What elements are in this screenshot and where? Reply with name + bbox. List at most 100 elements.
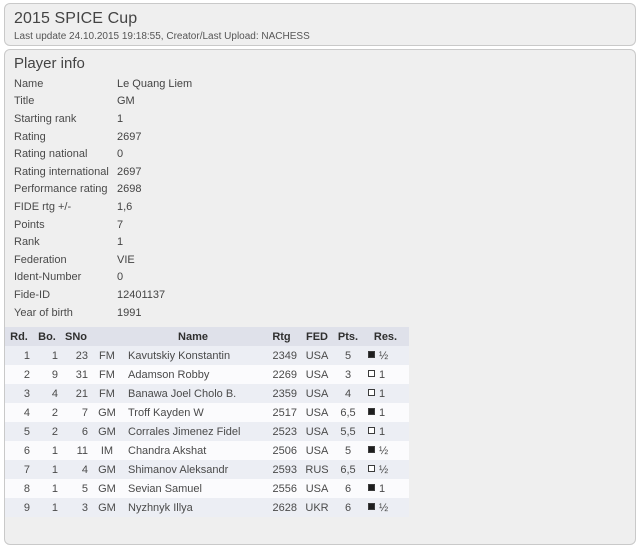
cell-result: 1 bbox=[362, 479, 409, 498]
cell-fed: USA bbox=[300, 441, 334, 460]
cell-title: GM bbox=[91, 479, 123, 498]
cell-round: 9 bbox=[5, 498, 33, 517]
table-row[interactable]: 815GMSevian Samuel2556USA61 bbox=[5, 479, 409, 498]
cell-points: 5,5 bbox=[334, 422, 362, 441]
column-header-name[interactable]: Name bbox=[123, 327, 263, 346]
table-row[interactable]: 526GMCorrales Jimenez Fidel2523USA5,51 bbox=[5, 422, 409, 441]
cell-name: Banawa Joel Cholo B. bbox=[123, 384, 263, 403]
cell-title: GM bbox=[91, 422, 123, 441]
black-pieces-icon bbox=[368, 351, 375, 358]
column-header-sno[interactable]: SNo bbox=[61, 327, 91, 346]
cell-name: Sevian Samuel bbox=[123, 479, 263, 498]
cell-fed: UKR bbox=[300, 498, 334, 517]
player-info-label: Starting rank bbox=[14, 113, 117, 125]
player-info-row: Starting rank1 bbox=[14, 110, 635, 128]
cell-round: 6 bbox=[5, 441, 33, 460]
cell-round: 1 bbox=[5, 346, 33, 365]
cell-board: 1 bbox=[33, 460, 61, 479]
white-pieces-icon bbox=[368, 465, 375, 472]
cell-result: ½ bbox=[362, 498, 409, 517]
cell-points: 5 bbox=[334, 441, 362, 460]
player-info-label: Points bbox=[14, 219, 117, 231]
player-info-heading: Player info bbox=[5, 50, 635, 75]
cell-fed: USA bbox=[300, 422, 334, 441]
cell-rating: 2523 bbox=[263, 422, 300, 441]
cell-round: 4 bbox=[5, 403, 33, 422]
cell-round: 7 bbox=[5, 460, 33, 479]
cell-name: Troff Kayden W bbox=[123, 403, 263, 422]
cell-name: Chandra Akshat bbox=[123, 441, 263, 460]
table-row[interactable]: 1123FMKavutskiy Konstantin2349USA5½ bbox=[5, 346, 409, 365]
white-pieces-icon bbox=[368, 370, 375, 377]
column-header-result[interactable]: Res. bbox=[362, 327, 409, 346]
result-value: ½ bbox=[379, 445, 388, 457]
cell-board: 1 bbox=[33, 498, 61, 517]
player-info-label: FIDE rtg +/- bbox=[14, 201, 117, 213]
player-info-row: Performance rating2698 bbox=[14, 181, 635, 199]
cell-fed: USA bbox=[300, 403, 334, 422]
player-info-label: Title bbox=[14, 95, 117, 107]
cell-sno: 4 bbox=[61, 460, 91, 479]
player-info-label: Federation bbox=[14, 254, 117, 266]
cell-sno: 6 bbox=[61, 422, 91, 441]
cell-title: GM bbox=[91, 403, 123, 422]
cell-points: 6,5 bbox=[334, 460, 362, 479]
player-info-value: VIE bbox=[117, 254, 135, 266]
column-header-title[interactable] bbox=[91, 327, 123, 346]
tournament-header-panel: 2015 SPICE Cup Last update 24.10.2015 19… bbox=[4, 3, 636, 46]
player-info-row: Fide-ID12401137 bbox=[14, 286, 635, 304]
games-table-body: 1123FMKavutskiy Konstantin2349USA5½2931F… bbox=[5, 346, 409, 517]
table-row[interactable]: 913GMNyzhnyk Illya2628UKR6½ bbox=[5, 498, 409, 517]
result-value: 1 bbox=[379, 388, 385, 400]
tournament-last-update: Last update 24.10.2015 19:18:55, Creator… bbox=[5, 28, 635, 43]
column-header-rating[interactable]: Rtg bbox=[263, 327, 300, 346]
result-value: ½ bbox=[379, 464, 388, 476]
column-header-points[interactable]: Pts. bbox=[334, 327, 362, 346]
table-row[interactable]: 6111IMChandra Akshat2506USA5½ bbox=[5, 441, 409, 460]
table-row[interactable]: 427GMTroff Kayden W2517USA6,51 bbox=[5, 403, 409, 422]
player-info-value: GM bbox=[117, 95, 135, 107]
column-header-board[interactable]: Bo. bbox=[33, 327, 61, 346]
result-value: 1 bbox=[379, 369, 385, 381]
cell-rating: 2593 bbox=[263, 460, 300, 479]
cell-name: Nyzhnyk Illya bbox=[123, 498, 263, 517]
player-info-value: 1991 bbox=[117, 307, 141, 319]
cell-name: Kavutskiy Konstantin bbox=[123, 346, 263, 365]
player-info-label: Rank bbox=[14, 236, 117, 248]
cell-result: 1 bbox=[362, 384, 409, 403]
cell-points: 5 bbox=[334, 346, 362, 365]
cell-sno: 31 bbox=[61, 365, 91, 384]
player-info-row: Rating national0 bbox=[14, 145, 635, 163]
cell-title: FM bbox=[91, 346, 123, 365]
table-row[interactable]: 714GMShimanov Aleksandr2593RUS6,5 ½ bbox=[5, 460, 409, 479]
player-info-row: NameLe Quang Liem bbox=[14, 75, 635, 93]
player-info-value: 0 bbox=[117, 271, 123, 283]
cell-result: 1 bbox=[362, 403, 409, 422]
black-pieces-icon bbox=[368, 484, 375, 491]
cell-name: Shimanov Aleksandr bbox=[123, 460, 263, 479]
cell-round: 3 bbox=[5, 384, 33, 403]
table-row[interactable]: 3421FMBanawa Joel Cholo B.2359USA41 bbox=[5, 384, 409, 403]
black-pieces-icon bbox=[368, 408, 375, 415]
player-info-row: FIDE rtg +/-1,6 bbox=[14, 198, 635, 216]
cell-round: 2 bbox=[5, 365, 33, 384]
cell-sno: 21 bbox=[61, 384, 91, 403]
cell-sno: 11 bbox=[61, 441, 91, 460]
table-row[interactable]: 2931FMAdamson Robby2269USA31 bbox=[5, 365, 409, 384]
cell-points: 4 bbox=[334, 384, 362, 403]
tournament-title: 2015 SPICE Cup bbox=[5, 7, 635, 28]
cell-sno: 23 bbox=[61, 346, 91, 365]
games-table-header-row: Rd. Bo. SNo Name Rtg FED Pts. Res. bbox=[5, 327, 409, 346]
column-header-round[interactable]: Rd. bbox=[5, 327, 33, 346]
cell-rating: 2359 bbox=[263, 384, 300, 403]
cell-title: GM bbox=[91, 460, 123, 479]
result-value: ½ bbox=[379, 502, 388, 514]
cell-title: FM bbox=[91, 384, 123, 403]
player-info-value: 1 bbox=[117, 113, 123, 125]
player-info-value: 1 bbox=[117, 236, 123, 248]
result-value: 1 bbox=[379, 483, 385, 495]
cell-rating: 2506 bbox=[263, 441, 300, 460]
column-header-fed[interactable]: FED bbox=[300, 327, 334, 346]
player-info-row: TitleGM bbox=[14, 93, 635, 111]
cell-fed: RUS bbox=[300, 460, 334, 479]
